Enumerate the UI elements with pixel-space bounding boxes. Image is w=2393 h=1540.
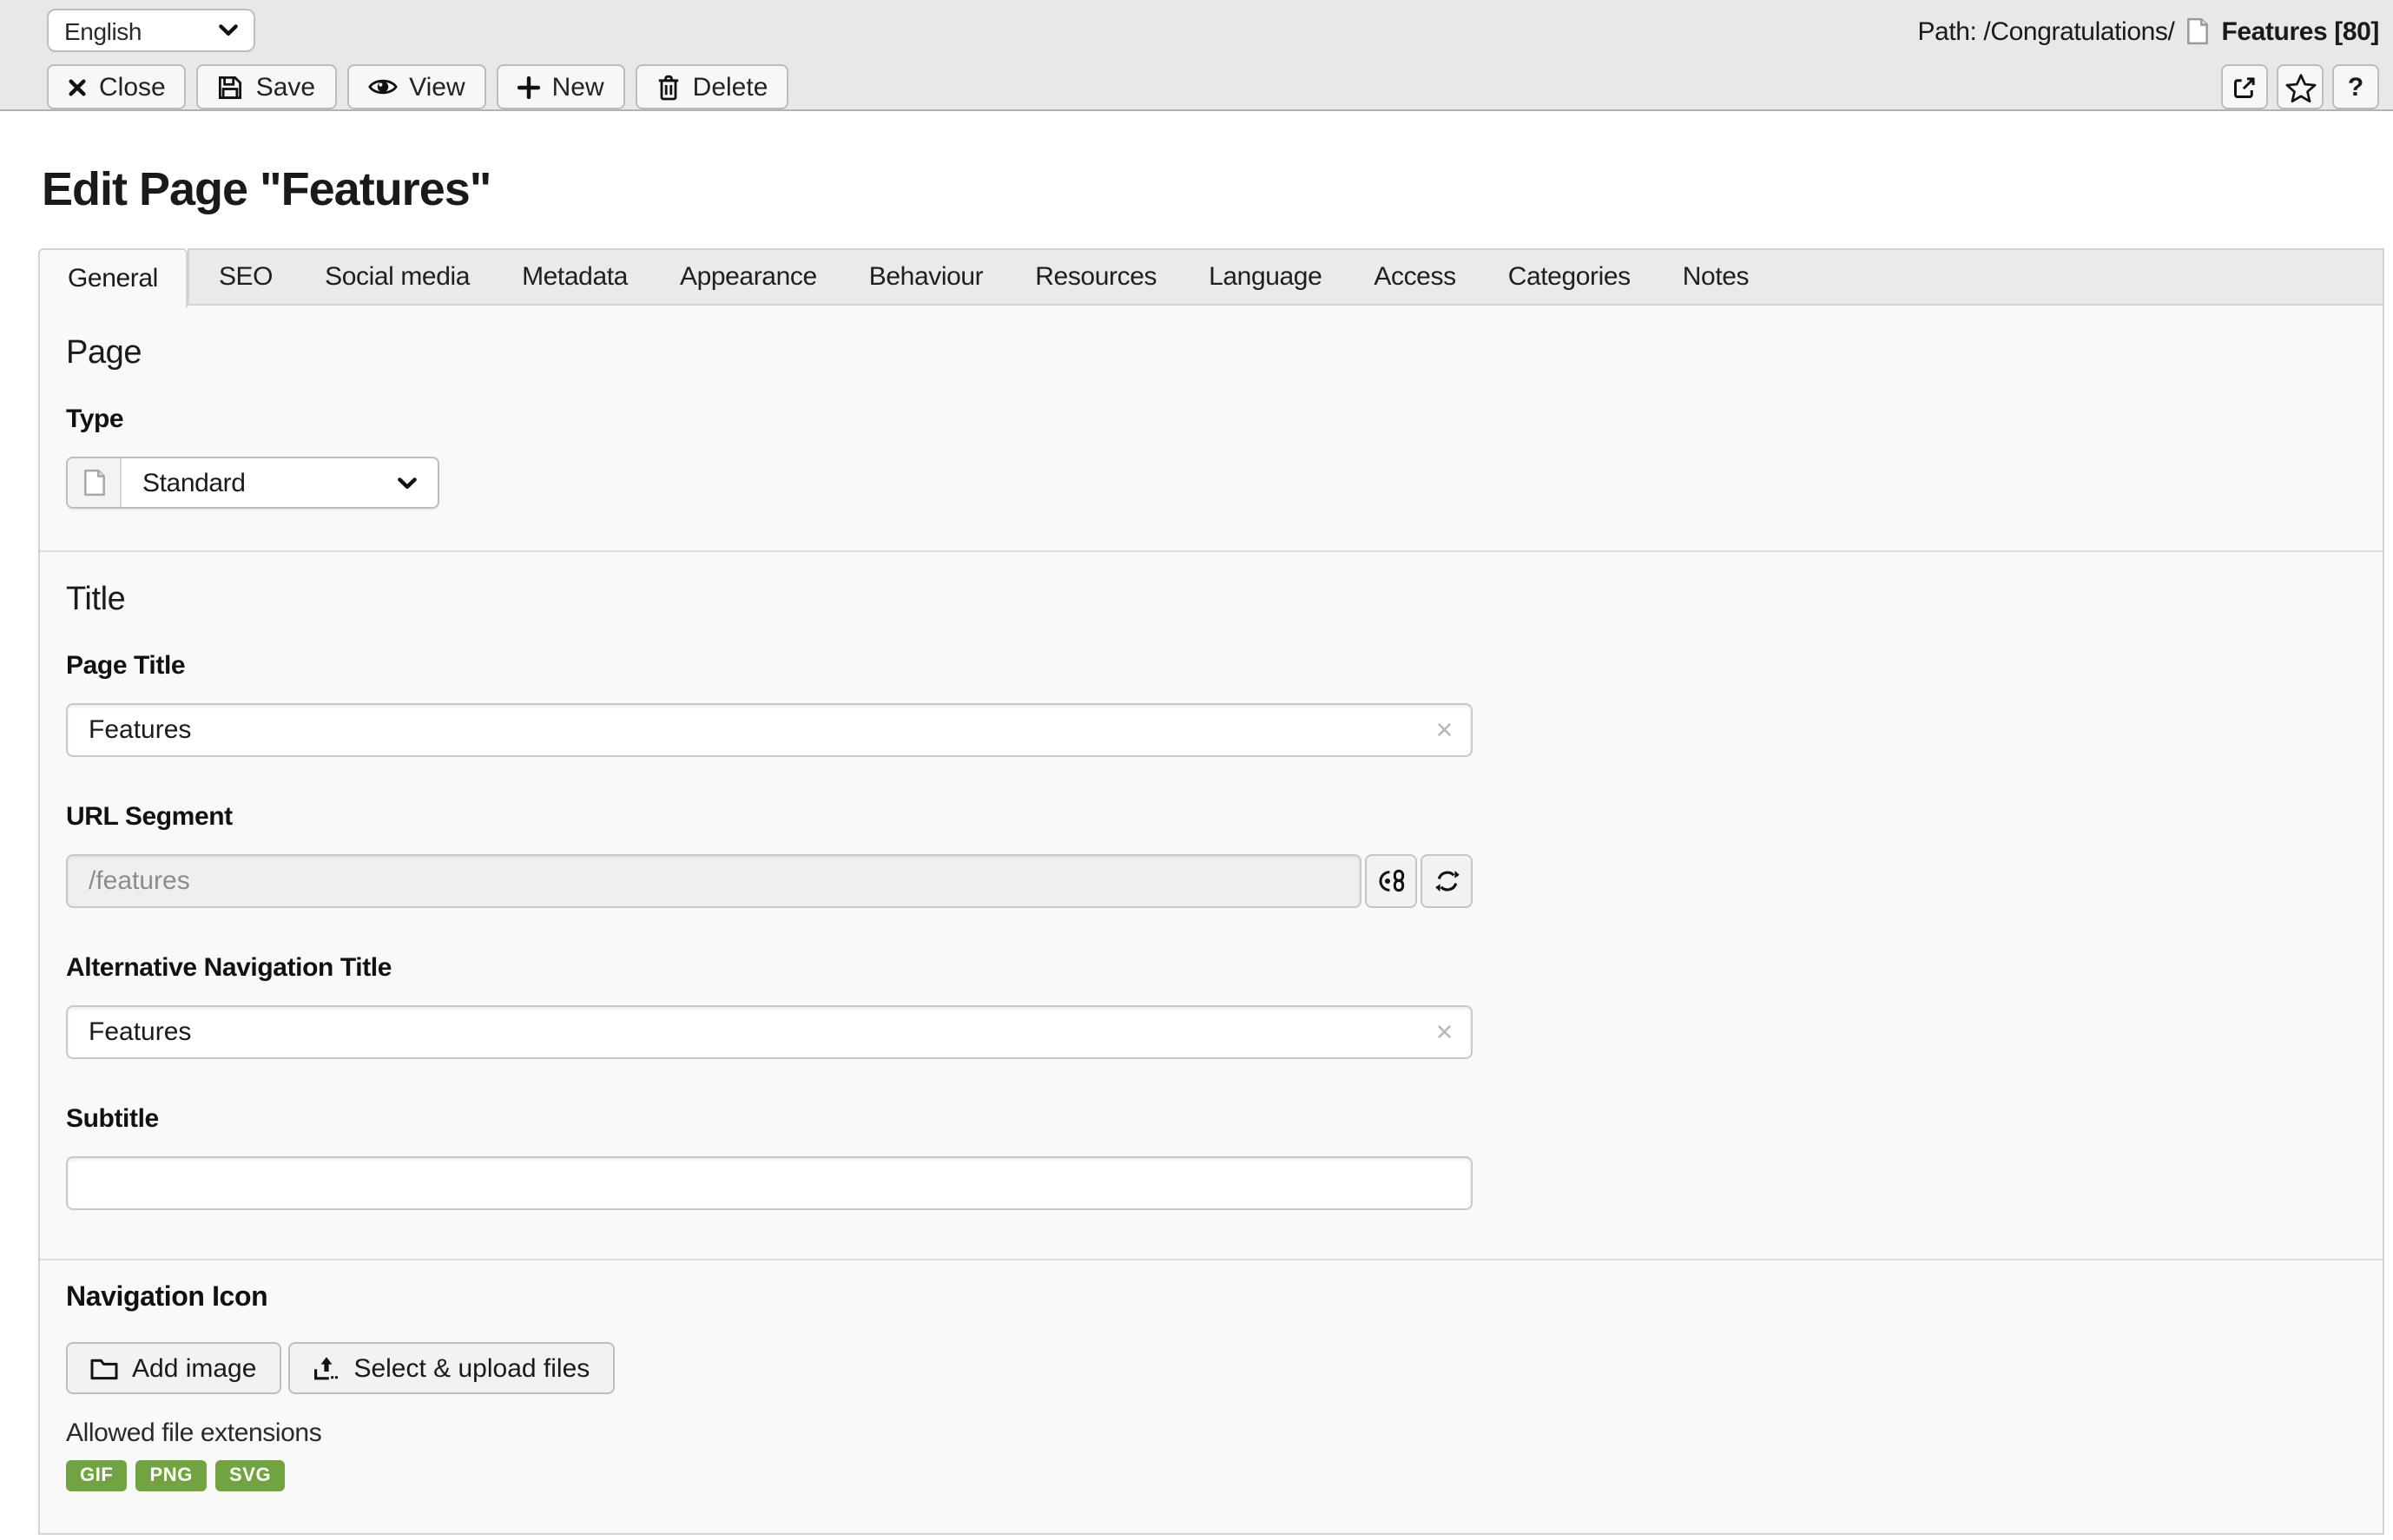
- subtitle-field-wrap: [66, 1156, 1473, 1210]
- document-icon: [2186, 17, 2209, 45]
- delete-button-label: Delete: [693, 72, 768, 102]
- view-button-label: View: [409, 72, 465, 102]
- select-upload-files-button[interactable]: Select & upload files: [287, 1342, 614, 1394]
- refresh-icon: [1434, 868, 1460, 894]
- eye-icon: [367, 76, 397, 97]
- url-segment-input[interactable]: [66, 854, 1361, 908]
- top-header-bar: English Close Save: [0, 0, 2393, 111]
- language-select-value: English: [64, 16, 142, 44]
- edit-url-button[interactable]: [1365, 854, 1417, 908]
- tab-appearance[interactable]: Appearance: [654, 250, 843, 304]
- language-select[interactable]: English: [47, 9, 255, 52]
- chevron-down-icon: [219, 24, 238, 36]
- chevron-down-icon: [398, 477, 417, 489]
- tab-notes[interactable]: Notes: [1657, 250, 1775, 304]
- close-button-label: Close: [99, 72, 166, 102]
- add-image-label: Add image: [132, 1353, 256, 1383]
- quick-actions: ?: [2221, 64, 2379, 109]
- folder-icon: [90, 1357, 118, 1379]
- path-label: Path: /Congratulations/: [1917, 16, 2174, 46]
- allowed-file-extensions-label: Allowed file extensions: [66, 1418, 2355, 1448]
- url-segment-row: [66, 854, 1473, 908]
- star-icon: [2284, 72, 2316, 102]
- navigation-icon-buttons: Add image Select & upload files: [66, 1342, 2355, 1394]
- clear-page-title-icon[interactable]: ✕: [1435, 715, 1454, 745]
- regenerate-url-button[interactable]: [1421, 854, 1473, 908]
- general-tab-panel: Page Type Standard: [38, 306, 2384, 1535]
- page-type-dropdown[interactable]: Standard: [122, 458, 438, 507]
- save-icon: [218, 74, 244, 100]
- add-image-button[interactable]: Add image: [66, 1342, 280, 1394]
- type-label: Type: [66, 405, 2355, 434]
- subtitle-input[interactable]: [66, 1156, 1473, 1210]
- tab-behaviour[interactable]: Behaviour: [843, 250, 1010, 304]
- url-segment-field-group: URL Segment: [66, 802, 2355, 908]
- navigation-icon-heading: Navigation Icon: [66, 1283, 2355, 1314]
- extension-badge-gif: GIF: [66, 1460, 127, 1491]
- link-edit-icon: [1376, 868, 1406, 894]
- document-icon: [82, 469, 105, 497]
- tab-categories[interactable]: Categories: [1482, 250, 1657, 304]
- page-type-icon-cell: [68, 458, 122, 507]
- view-button[interactable]: View: [346, 64, 486, 109]
- save-button-label: Save: [256, 72, 315, 102]
- alt-nav-title-label: Alternative Navigation Title: [66, 953, 2355, 983]
- save-button[interactable]: Save: [197, 64, 336, 109]
- new-button-label: New: [552, 72, 604, 102]
- select-upload-files-label: Select & upload files: [353, 1353, 590, 1383]
- edit-form: General SEO Social media Metadata Appear…: [38, 248, 2384, 1535]
- tab-resources[interactable]: Resources: [1009, 250, 1183, 304]
- favorite-star-button[interactable]: [2277, 64, 2324, 109]
- tab-bar: General SEO Social media Metadata Appear…: [38, 248, 2384, 306]
- extension-badge-svg: SVG: [215, 1460, 285, 1491]
- tab-access[interactable]: Access: [1348, 250, 1481, 304]
- tab-metadata[interactable]: Metadata: [496, 250, 654, 304]
- subtitle-field-group: Subtitle: [66, 1104, 2355, 1210]
- url-segment-label: URL Segment: [66, 802, 2355, 832]
- clear-alt-nav-title-icon[interactable]: ✕: [1435, 1017, 1454, 1047]
- edit-page-screen: English Close Save: [0, 0, 2393, 1540]
- close-button[interactable]: Close: [47, 64, 187, 109]
- question-mark-icon: ?: [2348, 72, 2363, 102]
- help-button[interactable]: ?: [2332, 64, 2379, 109]
- title-section-heading: Title: [66, 582, 2355, 620]
- allowed-extensions-badges: GIF PNG SVG: [66, 1460, 2355, 1491]
- tab-seo[interactable]: SEO: [193, 250, 299, 304]
- toolbar: Close Save: [47, 64, 788, 109]
- tab-general[interactable]: General: [38, 248, 188, 307]
- plus-icon: [517, 76, 540, 98]
- alt-nav-title-field-wrap: ✕: [66, 1005, 1473, 1059]
- alt-nav-title-field-group: Alternative Navigation Title ✕: [66, 953, 2355, 1059]
- tab-social-media[interactable]: Social media: [299, 250, 496, 304]
- external-link-icon: [2231, 74, 2258, 100]
- trash-icon: [656, 73, 681, 101]
- page-title: Edit Page "Features": [42, 158, 2393, 220]
- title-section: Title Page Title ✕ URL Segment: [40, 550, 2383, 1259]
- page-type-value: Standard: [142, 468, 246, 497]
- page-section-heading: Page: [66, 335, 2355, 373]
- tab-language[interactable]: Language: [1183, 250, 1348, 304]
- extension-badge-png: PNG: [135, 1460, 207, 1491]
- delete-button[interactable]: Delete: [636, 64, 789, 109]
- page-title-input[interactable]: [66, 703, 1473, 757]
- navigation-icon-section: Navigation Icon Add image: [40, 1259, 2383, 1533]
- current-page-label: Features [80]: [2221, 16, 2379, 46]
- alt-nav-title-input[interactable]: [66, 1005, 1473, 1059]
- breadcrumb: Path: /Congratulations/ Features [80]: [1917, 9, 2379, 54]
- page-title-label: Page Title: [66, 651, 2355, 681]
- tab-general-label: General: [68, 264, 158, 293]
- page-title-field-wrap: ✕: [66, 703, 1473, 757]
- close-icon: [68, 77, 87, 96]
- upload-icon: [312, 1355, 340, 1381]
- open-in-new-window-button[interactable]: [2221, 64, 2268, 109]
- page-section: Page Type Standard: [40, 306, 2383, 550]
- page-title-field-group: Page Title ✕: [66, 651, 2355, 757]
- tab-strip: SEO Social media Metadata Appearance Beh…: [188, 248, 2384, 306]
- subtitle-label: Subtitle: [66, 1104, 2355, 1134]
- new-button[interactable]: New: [497, 64, 625, 109]
- page-type-select[interactable]: Standard: [66, 457, 439, 509]
